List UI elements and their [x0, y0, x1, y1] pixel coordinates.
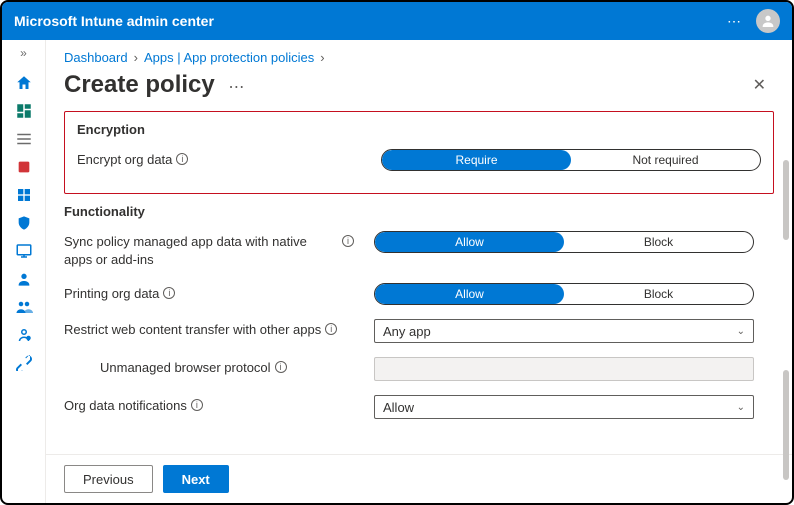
label-sync-policy: Sync policy managed app data with native…: [64, 233, 338, 269]
encryption-section-highlight: Encryption Encrypt org data i Require No…: [64, 111, 774, 194]
toggle-sync-policy[interactable]: Allow Block: [374, 231, 754, 253]
toggle-option-require[interactable]: Require: [382, 150, 571, 170]
info-icon[interactable]: i: [163, 287, 175, 299]
toggle-option-not-required[interactable]: Not required: [571, 150, 760, 170]
nav-reports-icon[interactable]: [15, 242, 33, 260]
select-value: Any app: [383, 324, 431, 339]
chevron-right-icon: ›: [134, 50, 138, 65]
scrollbar-thumb[interactable]: [783, 160, 789, 240]
breadcrumb-dashboard[interactable]: Dashboard: [64, 50, 128, 65]
info-icon[interactable]: i: [176, 153, 188, 165]
toggle-encrypt-org-data[interactable]: Require Not required: [381, 149, 761, 171]
page-title: Create policy: [64, 71, 215, 98]
page-more-icon[interactable]: ⋯: [228, 79, 244, 96]
product-title: Microsoft Intune admin center: [14, 13, 214, 29]
previous-button[interactable]: Previous: [64, 465, 153, 493]
label-restrict-web: Restrict web content transfer with other…: [64, 321, 321, 339]
label-printing: Printing org data: [64, 285, 159, 303]
info-icon[interactable]: i: [325, 323, 337, 335]
close-icon[interactable]: ✕: [745, 71, 774, 99]
section-title-functionality: Functionality: [64, 204, 774, 219]
nav-users-icon[interactable]: [15, 270, 33, 288]
label-unmanaged-browser: Unmanaged browser protocol: [100, 359, 271, 377]
avatar[interactable]: [756, 9, 780, 33]
nav-dashboard-icon[interactable]: [15, 102, 33, 120]
top-bar: Microsoft Intune admin center ⋯: [2, 2, 792, 40]
scrollbar-thumb[interactable]: [783, 370, 789, 480]
chevron-down-icon: ⌄: [737, 402, 745, 413]
toggle-option-allow[interactable]: Allow: [375, 284, 564, 304]
select-restrict-web[interactable]: Any app ⌄: [374, 319, 754, 343]
toggle-option-block[interactable]: Block: [564, 232, 753, 252]
select-value: Allow: [383, 400, 414, 415]
collapse-toggle-icon[interactable]: »: [20, 46, 27, 60]
toggle-printing[interactable]: Allow Block: [374, 283, 754, 305]
wizard-footer: Previous Next: [46, 454, 792, 503]
nav-home-icon[interactable]: [15, 74, 33, 92]
next-button[interactable]: Next: [163, 465, 229, 493]
toggle-option-block[interactable]: Block: [564, 284, 753, 304]
info-icon[interactable]: i: [275, 361, 287, 373]
info-icon[interactable]: i: [342, 235, 354, 247]
chevron-down-icon: ⌄: [737, 326, 745, 337]
nav-endpoint-security-icon[interactable]: [15, 214, 33, 232]
label-encrypt-org-data: Encrypt org data: [77, 151, 172, 169]
nav-groups-icon[interactable]: [15, 298, 33, 316]
section-title-encryption: Encryption: [77, 122, 761, 137]
select-notifications[interactable]: Allow ⌄: [374, 395, 754, 419]
left-nav: »: [2, 40, 46, 503]
nav-devices-icon[interactable]: [15, 158, 33, 176]
more-icon[interactable]: ⋯: [727, 13, 742, 30]
info-icon[interactable]: i: [191, 399, 203, 411]
breadcrumb: Dashboard › Apps | App protection polici…: [64, 50, 774, 65]
nav-troubleshoot-icon[interactable]: [15, 354, 33, 372]
toggle-option-allow[interactable]: Allow: [375, 232, 564, 252]
breadcrumb-apps-policies[interactable]: Apps | App protection policies: [144, 50, 314, 65]
label-notifications: Org data notifications: [64, 397, 187, 415]
nav-all-services-icon[interactable]: [15, 130, 33, 148]
input-unmanaged-browser[interactable]: [374, 357, 754, 381]
nav-apps-icon[interactable]: [15, 186, 33, 204]
nav-tenant-admin-icon[interactable]: [15, 326, 33, 344]
chevron-right-icon: ›: [320, 50, 324, 65]
